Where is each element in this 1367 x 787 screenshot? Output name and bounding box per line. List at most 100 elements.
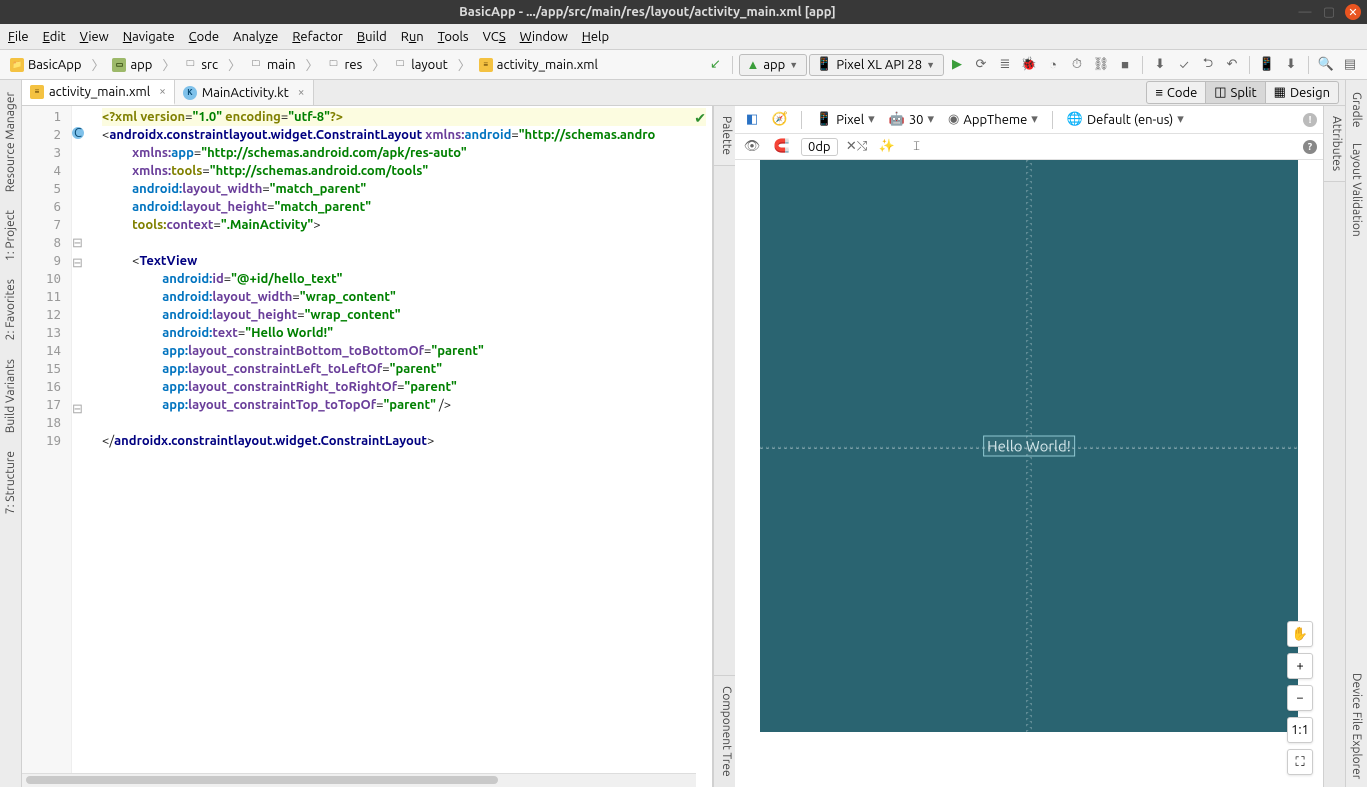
search-everywhere-icon[interactable]: 🔍 bbox=[1315, 54, 1337, 76]
api-combo[interactable]: 🤖30 ▾ bbox=[885, 110, 938, 129]
close-tab-icon[interactable]: × bbox=[159, 85, 166, 98]
infer-constraints-icon[interactable]: ✨ bbox=[876, 136, 898, 158]
folder-icon: 🗀 bbox=[249, 58, 263, 72]
breadcrumb: 📁BasicApp〉 ▭app〉 🗀src〉 🗀main〉 🗀res〉 🗀lay… bbox=[6, 53, 702, 76]
zoom-reset-button[interactable]: 1:1 bbox=[1287, 717, 1313, 743]
menu-vcs[interactable]: VCS bbox=[483, 30, 506, 44]
sdk-manager-icon[interactable]: ⬇ bbox=[1280, 54, 1302, 76]
crumb-layout[interactable]: 🗀layout〉 bbox=[389, 53, 475, 76]
device-combo[interactable]: 📱Pixel ▾ bbox=[812, 110, 879, 129]
guidelines-icon[interactable]: 𝙸 bbox=[906, 136, 928, 158]
profile-icon[interactable]: ⏱ bbox=[1066, 54, 1088, 76]
tool-layout-validation[interactable]: Layout Validation bbox=[1350, 135, 1363, 245]
tool-device-file-explorer[interactable]: Device File Explorer bbox=[1350, 665, 1363, 787]
design-surface-icon[interactable]: ◧ bbox=[741, 109, 763, 131]
vcs-history-icon[interactable]: ⮌ bbox=[1197, 54, 1219, 76]
horizontal-scrollbar[interactable] bbox=[22, 773, 696, 787]
help-icon[interactable]: ? bbox=[1303, 140, 1317, 154]
toolbar-separator bbox=[1142, 56, 1143, 74]
close-button[interactable]: ✕ bbox=[1345, 4, 1361, 20]
attributes-tab[interactable]: Attributes bbox=[1324, 106, 1345, 182]
tool-structure[interactable]: 7: Structure bbox=[4, 443, 17, 522]
zoom-in-button[interactable]: + bbox=[1287, 653, 1313, 679]
menu-navigate[interactable]: Navigate bbox=[123, 30, 175, 44]
run-config-selector[interactable]: ▲app▼ bbox=[739, 54, 807, 76]
vcs-update-icon[interactable]: ⬇ bbox=[1149, 54, 1171, 76]
tool-build-variants[interactable]: Build Variants bbox=[4, 351, 17, 441]
crumb-main[interactable]: 🗀main〉 bbox=[245, 53, 323, 76]
navigation-toolbar: 📁BasicApp〉 ▭app〉 🗀src〉 🗀main〉 🗀res〉 🗀lay… bbox=[0, 50, 1367, 80]
view-options-icon[interactable]: 👁 bbox=[741, 136, 763, 158]
menu-build[interactable]: Build bbox=[357, 30, 387, 44]
avd-manager-icon[interactable]: 📱 bbox=[1256, 54, 1278, 76]
issues-icon[interactable]: ! bbox=[1303, 113, 1317, 127]
maximize-button[interactable]: ▢ bbox=[1321, 4, 1337, 20]
component-tree-tab[interactable]: Component Tree bbox=[714, 675, 735, 787]
theme-combo[interactable]: ◉AppTheme ▾ bbox=[944, 110, 1042, 129]
default-margins[interactable]: 0dp bbox=[801, 138, 838, 156]
orientation-icon[interactable]: 🧭 bbox=[769, 109, 791, 131]
run-button[interactable]: ▶ bbox=[946, 54, 968, 76]
vcs-commit-icon[interactable]: ✓ bbox=[1173, 54, 1195, 76]
magnet-icon[interactable]: 🧲 bbox=[771, 136, 793, 158]
menu-code[interactable]: Code bbox=[189, 30, 219, 44]
tool-gradle[interactable]: Gradle bbox=[1350, 84, 1363, 135]
crumb-project[interactable]: 📁BasicApp〉 bbox=[6, 53, 108, 76]
menu-run[interactable]: Run bbox=[401, 30, 424, 44]
tool-resource-manager[interactable]: Resource Manager bbox=[4, 84, 17, 200]
zoom-out-button[interactable]: − bbox=[1287, 685, 1313, 711]
crumb-file[interactable]: ≡activity_main.xml bbox=[475, 56, 602, 74]
tool-project[interactable]: 1: Project bbox=[4, 202, 17, 269]
menu-tools[interactable]: Tools bbox=[438, 30, 469, 44]
class-gutter-icon[interactable]: C bbox=[72, 127, 84, 139]
close-tab-icon[interactable]: × bbox=[298, 86, 305, 99]
sync-gradle-icon[interactable]: ↙ bbox=[704, 54, 726, 76]
device-surface[interactable]: Hello World! bbox=[760, 160, 1298, 732]
tab-activity-main[interactable]: ≡ activity_main.xml × bbox=[22, 80, 175, 105]
minimize-button[interactable]: — bbox=[1297, 4, 1313, 20]
coverage-icon[interactable]: ◔ bbox=[1042, 54, 1064, 76]
menu-window[interactable]: Window bbox=[520, 30, 568, 44]
crumb-app[interactable]: ▭app〉 bbox=[108, 53, 179, 76]
menu-refactor[interactable]: Refactor bbox=[292, 30, 343, 44]
debug-button[interactable]: 🐞 bbox=[1018, 54, 1040, 76]
code-editor[interactable]: ✔ 12345678910111213141516171819 C⊟⊟⊟ <?x… bbox=[22, 106, 713, 787]
chevron-down-icon: ▼ bbox=[926, 60, 935, 70]
view-mode-design[interactable]: ▦Design bbox=[1266, 81, 1339, 104]
settings-icon[interactable]: ▤ bbox=[1339, 54, 1361, 76]
tab-main-activity[interactable]: K MainActivity.kt × bbox=[175, 80, 314, 105]
menu-edit[interactable]: Edit bbox=[43, 30, 66, 44]
locale-combo[interactable]: 🌐Default (en-us) ▾ bbox=[1063, 110, 1188, 129]
apply-code-changes-icon[interactable]: ≣ bbox=[994, 54, 1016, 76]
window-titlebar: BasicApp - .../app/src/main/res/layout/a… bbox=[0, 0, 1367, 24]
vcs-revert-icon[interactable]: ↶ bbox=[1221, 54, 1243, 76]
design-canvas[interactable]: Hello World! ✋ + − 1:1 ⛶ bbox=[735, 160, 1323, 787]
apply-changes-icon[interactable]: ⟳ bbox=[970, 54, 992, 76]
crumb-src[interactable]: 🗀src〉 bbox=[179, 53, 245, 76]
folder-icon: 🗀 bbox=[393, 58, 407, 72]
design-preview-pane: ◧ 🧭 📱Pixel ▾ 🤖30 ▾ ◉AppTheme ▾ 🌐Default … bbox=[735, 106, 1345, 787]
palette-tab[interactable]: Palette bbox=[714, 106, 735, 166]
phone-icon: 📱 bbox=[816, 112, 832, 127]
tool-favorites[interactable]: 2: Favorites bbox=[4, 271, 17, 348]
menu-analyze[interactable]: Analyze bbox=[233, 30, 278, 44]
device-selector[interactable]: 📱Pixel XL API 28▼ bbox=[809, 54, 944, 76]
menu-view[interactable]: View bbox=[80, 30, 109, 44]
view-mode-split[interactable]: ◫Split bbox=[1206, 81, 1265, 104]
menu-file[interactable]: File bbox=[8, 30, 29, 44]
pan-button[interactable]: ✋ bbox=[1287, 621, 1313, 647]
code-content[interactable]: <?xml version="1.0" encoding="utf-8"?> <… bbox=[96, 106, 712, 787]
menubar: File Edit View Navigate Code Analyze Ref… bbox=[0, 24, 1367, 50]
attach-debugger-icon[interactable]: ⛓ bbox=[1090, 54, 1112, 76]
menu-help[interactable]: Help bbox=[582, 30, 609, 44]
kotlin-file-icon: K bbox=[183, 86, 197, 100]
zoom-fit-button[interactable]: ⛶ bbox=[1287, 749, 1313, 775]
stop-button[interactable]: ■ bbox=[1114, 54, 1136, 76]
textview-hello-text[interactable]: Hello World! bbox=[983, 436, 1075, 457]
clear-constraints-icon[interactable]: ✕⤭ bbox=[846, 136, 868, 158]
android-icon: 🤖 bbox=[889, 112, 905, 127]
chevron-down-icon: ▼ bbox=[789, 60, 798, 70]
crumb-res[interactable]: 🗀res〉 bbox=[323, 53, 390, 76]
zoom-controls: ✋ + − 1:1 ⛶ bbox=[1287, 621, 1313, 775]
view-mode-code[interactable]: ≡Code bbox=[1146, 81, 1206, 104]
